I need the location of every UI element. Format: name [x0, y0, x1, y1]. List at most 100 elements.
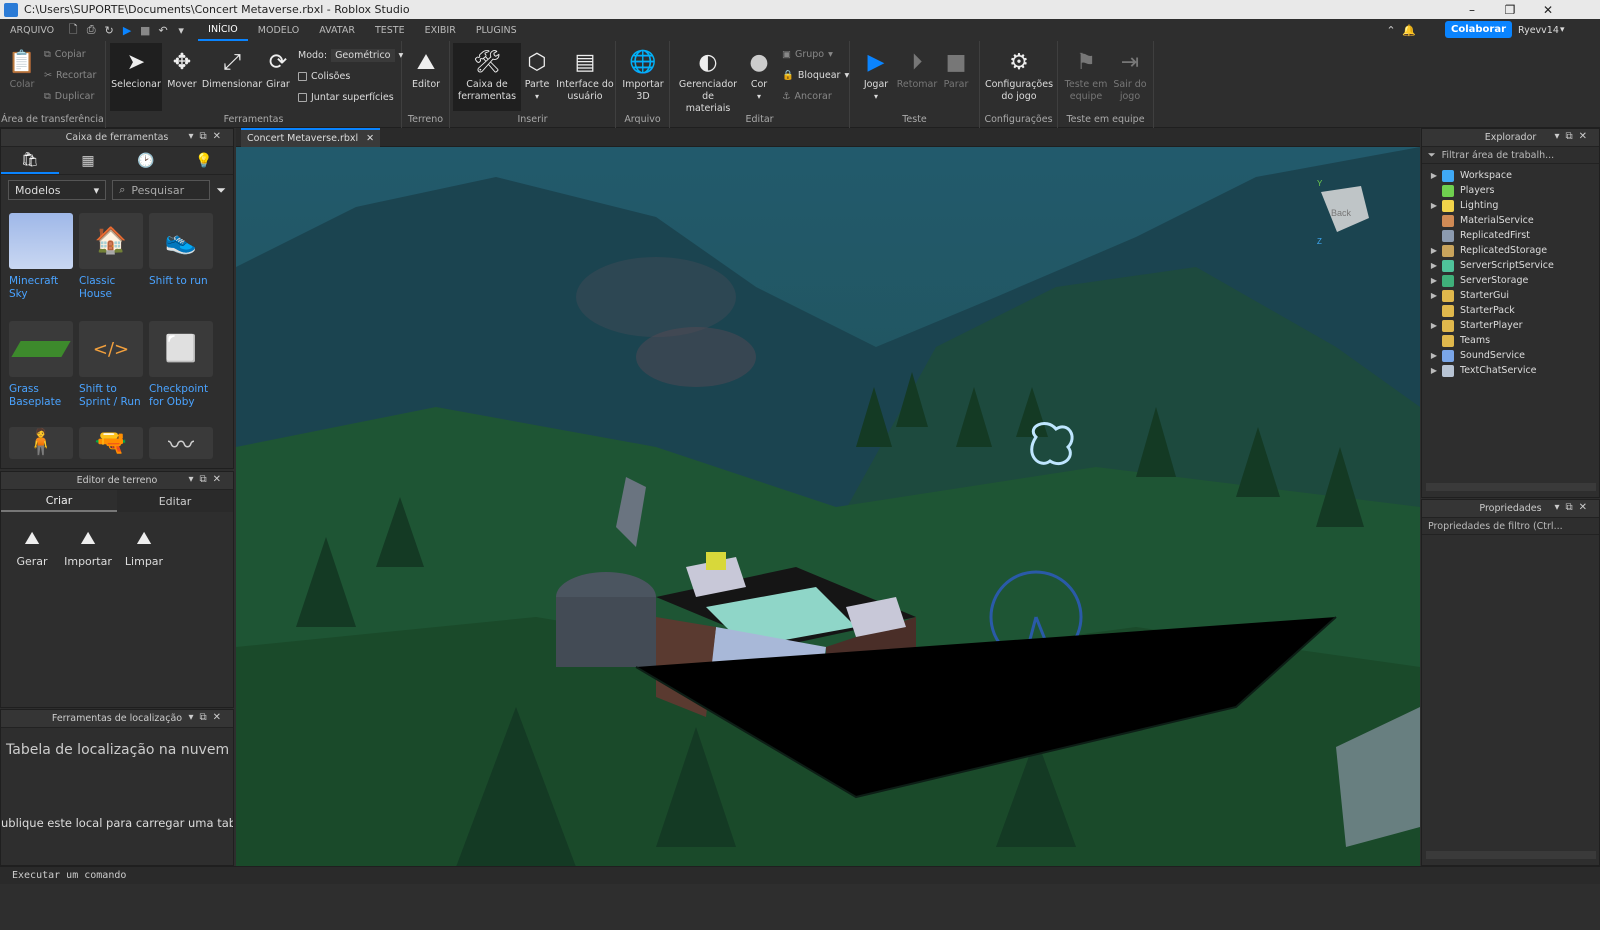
expand-arrow-icon[interactable]: ▶: [1426, 201, 1442, 210]
undo-icon[interactable]: ↶: [154, 19, 172, 41]
collisions-checkbox[interactable]: [298, 72, 307, 81]
part-button[interactable]: ⬡ Parte ▾: [522, 49, 552, 103]
toolbox-item[interactable]: Grass Baseplate: [9, 321, 75, 409]
stop-quick-icon[interactable]: ■: [136, 19, 154, 41]
import-3d-button[interactable]: 🌐 Importar 3D: [620, 49, 666, 103]
explorer-item[interactable]: ▶ ReplicatedStorage: [1426, 243, 1599, 258]
rotate-button[interactable]: ⟳ Girar: [260, 49, 296, 91]
explorer-item[interactable]: MaterialService: [1426, 213, 1599, 228]
tab-recent[interactable]: 🕑: [117, 147, 175, 174]
move-button[interactable]: ✥ Mover: [162, 49, 202, 91]
collisions-toggle[interactable]: Colisões: [298, 71, 350, 82]
toolbox-item[interactable]: 👟 Shift to run: [149, 213, 215, 288]
user-interface-button[interactable]: ▤ Interface do usuário: [554, 49, 616, 103]
expand-arrow-icon[interactable]: ▶: [1426, 366, 1442, 375]
minimize-icon[interactable]: –: [1452, 0, 1492, 19]
username[interactable]: Ryevv14: [1518, 25, 1559, 36]
expand-arrow-icon[interactable]: ▶: [1426, 351, 1442, 360]
explorer-item[interactable]: ▶ StarterGui: [1426, 288, 1599, 303]
explorer-item[interactable]: ▶ Workspace: [1426, 168, 1599, 183]
notifications-icon[interactable]: 🔔: [1400, 19, 1418, 41]
toolbox-search[interactable]: ⌕ Pesquisar: [112, 180, 211, 200]
paste-button[interactable]: 📋 Colar: [6, 49, 38, 91]
play-quick-icon[interactable]: ▶: [118, 19, 136, 41]
explorer-item[interactable]: ▶ Lighting: [1426, 198, 1599, 213]
panel-controls-icon[interactable]: ▾⧉✕: [188, 712, 227, 723]
explorer-item[interactable]: ReplicatedFirst: [1426, 228, 1599, 243]
panel-controls-icon[interactable]: ▾⧉✕: [188, 474, 227, 485]
panel-controls-icon[interactable]: ▾⧉✕: [188, 131, 227, 142]
tab-creations[interactable]: 💡: [175, 147, 233, 174]
panel-controls-icon[interactable]: ▾⧉✕: [1554, 131, 1593, 142]
expand-arrow-icon[interactable]: ▶: [1426, 321, 1442, 330]
toolbox-item[interactable]: ⬜ Checkpoint for Obby: [149, 321, 215, 409]
command-input[interactable]: Executar um comando: [12, 870, 126, 881]
toolbox-item[interactable]: </> Shift to Sprint / Run: [79, 321, 145, 409]
toolbox-item[interactable]: 〰: [149, 427, 215, 461]
terrain-editor-button[interactable]: ⛰ Editor: [406, 49, 446, 91]
clear-button[interactable]: ⛰ Limpar: [119, 528, 169, 568]
explorer-item[interactable]: Teams: [1426, 333, 1599, 348]
explorer-item[interactable]: Players: [1426, 183, 1599, 198]
close-window-icon[interactable]: ✕: [1528, 0, 1568, 19]
collapse-ribbon-icon[interactable]: ⌃: [1382, 19, 1400, 41]
viewport-3d[interactable]: Back Y Z: [236, 147, 1420, 866]
generate-button[interactable]: ⛰ Gerar: [7, 528, 57, 568]
new-file-icon[interactable]: 🗋: [64, 19, 82, 41]
join-surfaces-checkbox[interactable]: [298, 93, 307, 102]
import-button[interactable]: ⛰ Importar: [63, 528, 113, 568]
group-button[interactable]: ▣ Grupo ▾: [782, 49, 833, 60]
join-surfaces-toggle[interactable]: Juntar superfícies: [298, 92, 394, 103]
tab-exibir[interactable]: EXIBIR: [415, 19, 466, 41]
resume-button[interactable]: ⏵ Retomar: [896, 49, 938, 91]
expand-arrow-icon[interactable]: ▶: [1426, 261, 1442, 270]
expand-arrow-icon[interactable]: ▶: [1426, 171, 1442, 180]
customize-icon[interactable]: ▾: [172, 19, 190, 41]
tab-editar[interactable]: Editar: [117, 490, 233, 512]
material-manager-button[interactable]: ◐ Gerenciador de materiais: [674, 49, 742, 115]
menu-file[interactable]: ARQUIVO: [0, 19, 64, 41]
expand-arrow-icon[interactable]: ▶: [1426, 276, 1442, 285]
explorer-item[interactable]: ▶ SoundService: [1426, 348, 1599, 363]
toolbox-item[interactable]: 🧍: [9, 427, 75, 459]
tab-marketplace[interactable]: 🛍: [1, 147, 59, 174]
redo-icon[interactable]: ↻: [100, 19, 118, 41]
team-test-button[interactable]: ⚑ Teste em equipe: [1064, 49, 1108, 103]
tab-plugins[interactable]: PLUGINS: [466, 19, 527, 41]
mode-selector[interactable]: Modo: Geométrico ▾: [298, 49, 403, 62]
game-settings-button[interactable]: ⚙ Configurações do jogo: [984, 49, 1054, 103]
select-button[interactable]: ➤ Selecionar: [111, 49, 161, 91]
panel-controls-icon[interactable]: ▾⧉✕: [1554, 502, 1593, 513]
duplicate-button[interactable]: ⧉ Duplicar: [44, 91, 94, 102]
play-button[interactable]: ▶ Jogar ▾: [858, 49, 894, 103]
category-select[interactable]: Modelos ▾: [8, 180, 107, 200]
toolbox-item[interactable]: 🏠 Classic House: [79, 213, 145, 301]
tab-inicio[interactable]: INÍCIO: [198, 19, 248, 41]
explorer-item[interactable]: ▶ StarterPlayer: [1426, 318, 1599, 333]
toolbox-item[interactable]: Minecraft Sky: [9, 213, 75, 301]
exit-game-button[interactable]: ⇥ Sair do jogo: [1110, 49, 1150, 103]
scale-button[interactable]: ⤢ Dimensionar: [202, 49, 262, 91]
explorer-item[interactable]: ▶ ServerStorage: [1426, 273, 1599, 288]
filter-icon[interactable]: ⏷: [216, 183, 226, 198]
explorer-item[interactable]: StarterPack: [1426, 303, 1599, 318]
properties-filter[interactable]: Propriedades de filtro (Ctrl...: [1422, 518, 1599, 535]
open-file-icon[interactable]: ⎙: [82, 19, 100, 41]
collaborate-button[interactable]: Colaborar: [1445, 21, 1513, 38]
tab-inventory[interactable]: ▦: [59, 147, 117, 174]
color-button[interactable]: ● Cor ▾: [744, 49, 774, 103]
explorer-hscrollbar[interactable]: [1426, 483, 1596, 491]
tab-teste[interactable]: TESTE: [365, 19, 415, 41]
tab-criar[interactable]: Criar: [1, 490, 117, 512]
expand-arrow-icon[interactable]: ▶: [1426, 291, 1442, 300]
toolbox-button[interactable]: 🛠 Caixa de ferramentas: [454, 49, 520, 103]
toolbox-item[interactable]: 🔫: [79, 427, 145, 459]
document-tab[interactable]: Concert Metaverse.rbxl ✕: [241, 128, 381, 147]
copy-button[interactable]: ⧉ Copiar: [44, 49, 86, 60]
tab-avatar[interactable]: AVATAR: [309, 19, 365, 41]
explorer-item[interactable]: ▶ ServerScriptService: [1426, 258, 1599, 273]
explorer-filter[interactable]: ⏷ Filtrar área de trabalh...: [1422, 147, 1599, 164]
explorer-item[interactable]: ▶ TextChatService: [1426, 363, 1599, 378]
close-icon[interactable]: ✕: [366, 133, 374, 144]
command-bar[interactable]: Executar um comando: [0, 866, 1600, 884]
